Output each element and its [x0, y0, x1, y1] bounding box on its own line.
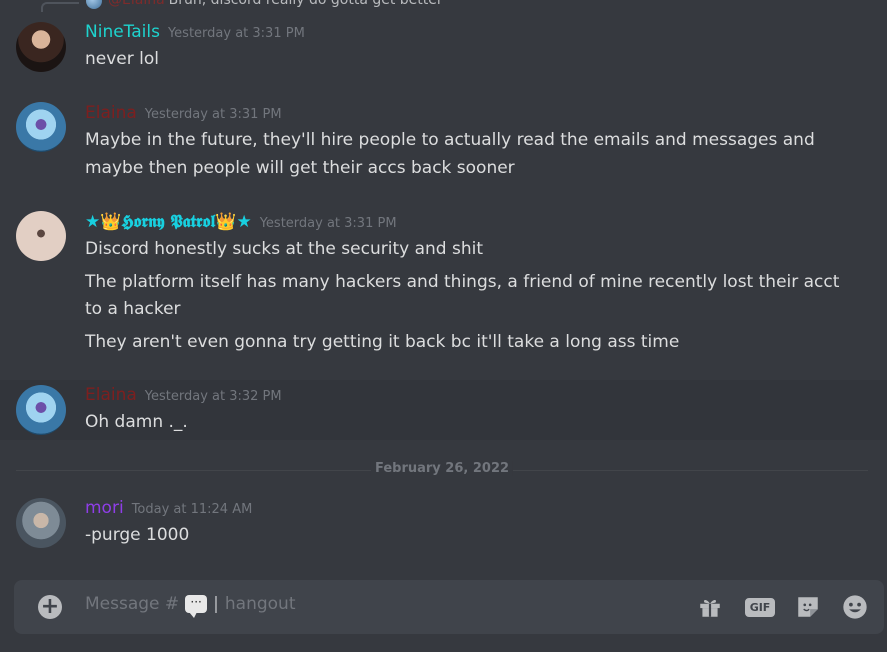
timestamp: Yesterday at 3:31 PM: [259, 216, 397, 231]
message: ★👑𝕳𝖔𝖗𝖓𝖞 𝕻𝖆𝖙𝖗𝖔𝖑👑★ Yesterday at 3:31 PM Dis…: [0, 206, 887, 364]
gift-icon-svg: [700, 599, 720, 617]
gif-button[interactable]: GIF: [744, 594, 776, 620]
message-text: -purge 1000: [85, 525, 190, 545]
message-text: They aren't even gonna try getting it ba…: [85, 332, 680, 352]
message: mori Today at 11:24 AM -purge 1000: [0, 492, 887, 556]
message-text: Oh damn ._.: [85, 412, 188, 432]
message-text: never lol: [85, 49, 159, 69]
message-text: Discord honestly sucks at the security a…: [85, 239, 483, 259]
timestamp: Yesterday at 3:31 PM: [144, 107, 282, 122]
sticker-icon-svg: [798, 597, 818, 617]
timestamp: Yesterday at 3:32 PM: [144, 389, 282, 404]
message-input[interactable]: Message # ··· | hangout: [85, 594, 296, 618]
emoji-icon-svg: [843, 595, 867, 619]
reply-body: Bruh, discord really do gotta get better: [168, 0, 443, 8]
placeholder-prefix: Message #: [85, 594, 180, 614]
timestamp: Today at 11:24 AM: [131, 502, 253, 517]
message-header: Elaina Yesterday at 3:31 PM: [85, 103, 282, 123]
date-divider: February 26, 2022: [16, 461, 868, 476]
avatar[interactable]: [16, 385, 66, 435]
message-header: NineTails Yesterday at 3:31 PM: [85, 22, 305, 42]
username[interactable]: NineTails: [85, 22, 160, 42]
message-header: mori Today at 11:24 AM: [85, 498, 252, 518]
message-header: ★👑𝕳𝖔𝖗𝖓𝖞 𝕻𝖆𝖙𝖗𝖔𝖑👑★ Yesterday at 3:31 PM: [85, 212, 397, 232]
emoji-icon[interactable]: [840, 594, 870, 620]
message-text: Maybe in the future, they'll hire people…: [85, 130, 815, 150]
date-divider-label: February 26, 2022: [370, 461, 514, 476]
message-text: The platform itself has many hackers and…: [85, 272, 840, 292]
channel-name: hangout: [224, 594, 296, 614]
username[interactable]: Elaina: [85, 385, 137, 405]
reply-text: @Elaina Bruh, discord really do gotta get…: [108, 0, 443, 8]
username[interactable]: ★👑𝕳𝖔𝖗𝖓𝖞 𝕻𝖆𝖙𝖗𝖔𝖑👑★: [85, 212, 252, 232]
timestamp: Yesterday at 3:31 PM: [167, 26, 305, 41]
gif-label: GIF: [744, 597, 776, 617]
reply-spine: [41, 2, 79, 12]
channel-separator: |: [213, 594, 219, 614]
speech-bubble-icon: ···: [185, 595, 208, 618]
reply-mention[interactable]: @Elaina: [108, 0, 165, 8]
reply-avatar[interactable]: [86, 0, 102, 9]
message-composer: + Message # ··· | hangout GIF: [14, 580, 884, 634]
avatar[interactable]: [16, 102, 66, 152]
message: Elaina Yesterday at 3:32 PM Oh damn ._.: [0, 380, 887, 440]
username[interactable]: Elaina: [85, 103, 137, 123]
message-header: Elaina Yesterday at 3:32 PM: [85, 385, 282, 405]
message: Elaina Yesterday at 3:31 PM Maybe in the …: [0, 97, 887, 187]
avatar[interactable]: [16, 211, 66, 261]
avatar[interactable]: [16, 22, 66, 72]
message: NineTails Yesterday at 3:31 PM never lol: [0, 16, 887, 80]
avatar[interactable]: [16, 498, 66, 548]
message-text: to a hacker: [85, 299, 181, 319]
plus-circle-icon[interactable]: +: [38, 595, 62, 619]
reply-preview[interactable]: @Elaina Bruh, discord really do gotta get…: [0, 0, 887, 16]
gift-icon[interactable]: [696, 594, 724, 620]
sticker-icon[interactable]: [794, 594, 822, 620]
username[interactable]: mori: [85, 498, 124, 518]
message-text: maybe then people will get their accs ba…: [85, 158, 515, 178]
